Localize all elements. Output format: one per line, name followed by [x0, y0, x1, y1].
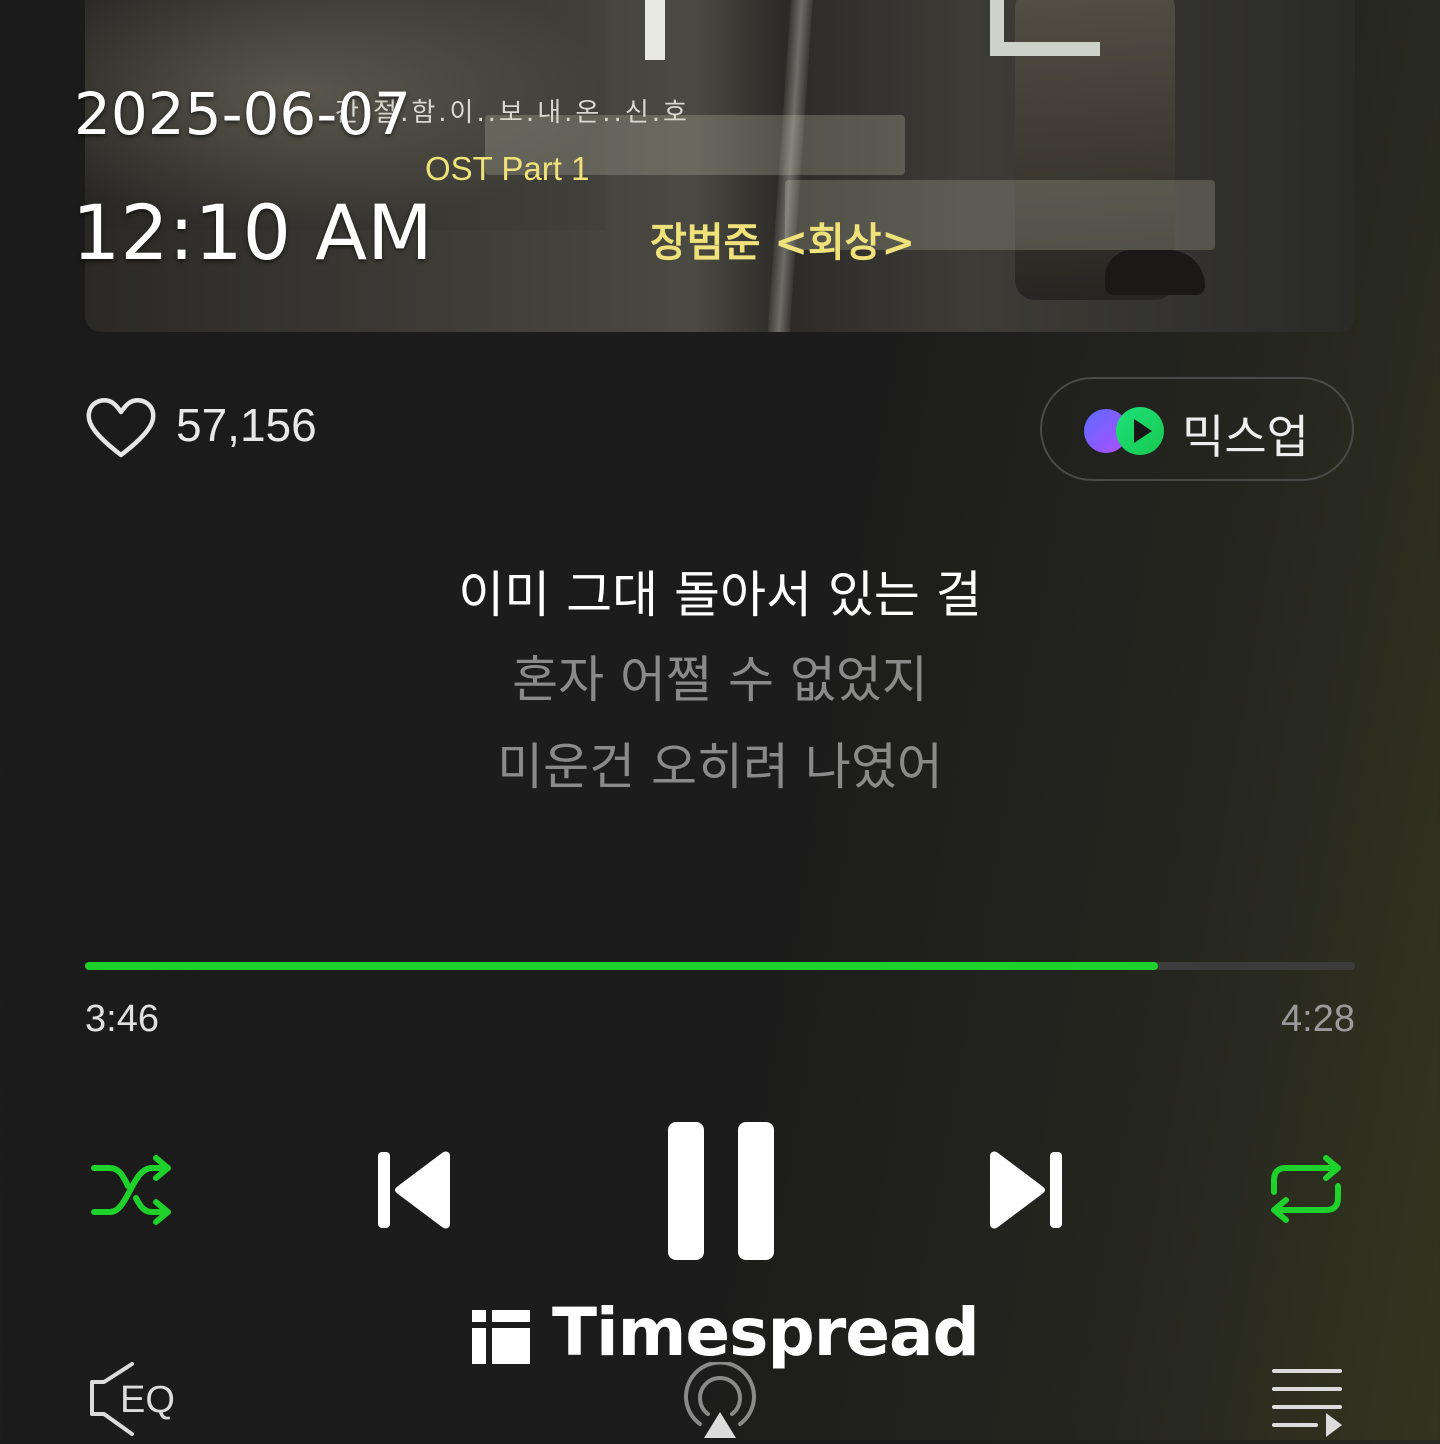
airplay-icon — [684, 1360, 756, 1438]
album-art-title-stroke-2 — [990, 0, 1100, 56]
lyric-line[interactable]: 혼자 어쩔 수 없었지 — [0, 640, 1440, 712]
playlist-button[interactable] — [1270, 1365, 1346, 1437]
total-time: 4:28 — [1281, 998, 1355, 1040]
eq-button[interactable]: EQ — [84, 1360, 186, 1438]
album-art[interactable] — [85, 0, 1355, 332]
watermark-text: Timespread — [552, 1294, 980, 1371]
lyric-line-current[interactable]: 이미 그대 돌아서 있는 걸 — [0, 555, 1440, 627]
progress-bar[interactable] — [85, 962, 1355, 970]
timespread-logo-icon — [472, 1310, 530, 1364]
eq-speaker-icon: EQ — [90, 1362, 175, 1436]
skip-previous-icon — [378, 1151, 450, 1229]
cast-button[interactable] — [676, 1360, 764, 1440]
album-art-shoe — [1105, 250, 1205, 295]
pause-icon — [668, 1122, 774, 1260]
album-art-ost-label: OST Part 1 — [425, 150, 590, 187]
mixup-button[interactable]: 믹스업 — [1040, 377, 1354, 481]
like-button[interactable] — [85, 395, 157, 461]
next-button[interactable] — [986, 1148, 1066, 1232]
mixup-label: 믹스업 — [1182, 410, 1309, 464]
mixup-logo-icon — [1084, 407, 1164, 455]
overlay-time: 12:10 AM — [72, 188, 433, 277]
skip-next-icon — [990, 1151, 1062, 1229]
overlay-date: 2025-06-07 — [74, 80, 412, 148]
heart-icon — [86, 398, 156, 458]
repeat-icon — [1271, 1155, 1341, 1223]
previous-button[interactable] — [374, 1148, 454, 1232]
shuffle-icon — [91, 1155, 171, 1225]
shuffle-button[interactable] — [88, 1152, 176, 1228]
current-time: 3:46 — [85, 998, 159, 1040]
album-art-artist-title: 장범준 <회상> — [650, 220, 915, 266]
progress-fill — [85, 962, 1159, 970]
repeat-button[interactable] — [1266, 1152, 1346, 1226]
like-count: 57,156 — [176, 399, 317, 451]
pause-button[interactable] — [660, 1118, 782, 1264]
album-art-title-stroke — [645, 0, 665, 60]
lyric-line[interactable]: 미운건 오히려 나였어 — [0, 727, 1440, 799]
svg-text:EQ: EQ — [120, 1379, 175, 1421]
playlist-icon — [1272, 1369, 1342, 1437]
